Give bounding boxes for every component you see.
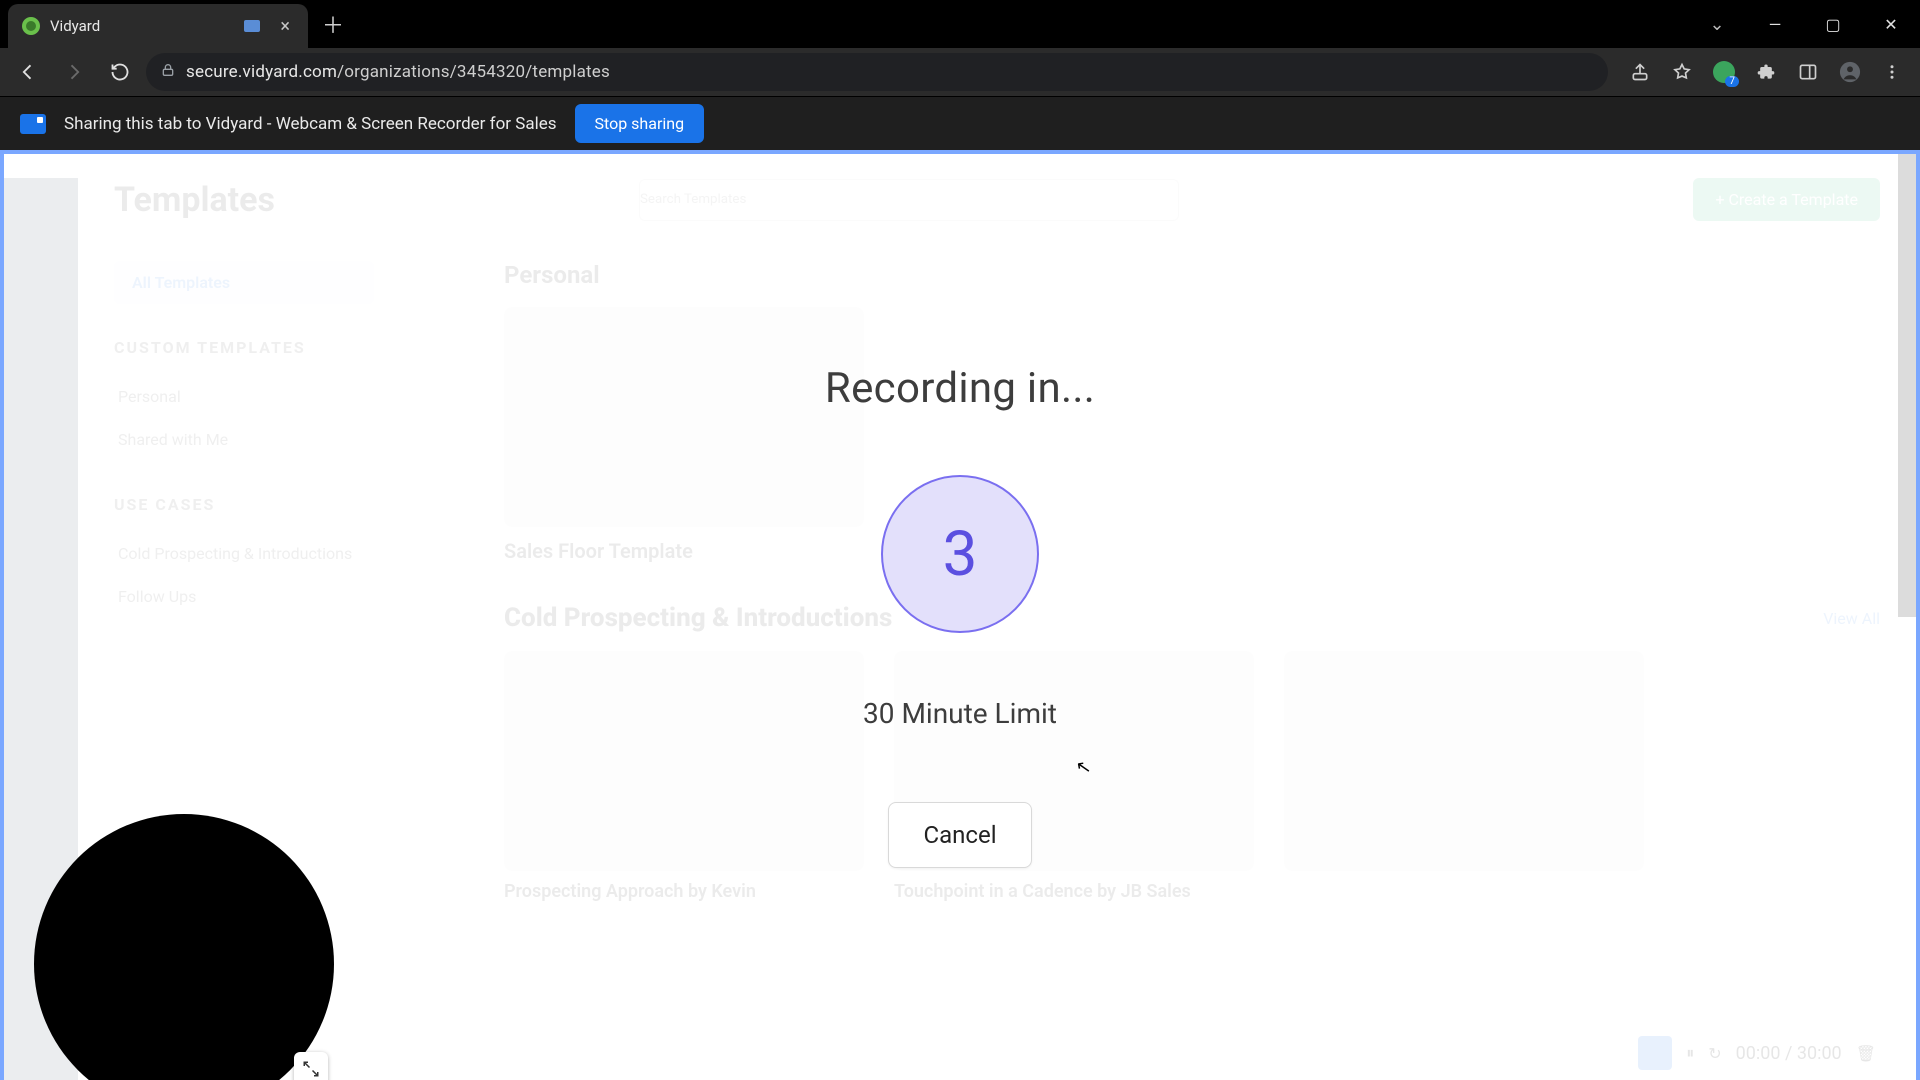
- view-all-link: View All: [1823, 609, 1880, 628]
- page-viewport: Templates + Create a Template All Templa…: [0, 150, 1920, 1080]
- window-controls: ⌄ — ▢ ✕: [1688, 0, 1920, 48]
- tab-search-button[interactable]: ⌄: [1688, 0, 1746, 48]
- browser-titlebar: Vidyard × ＋ ⌄ — ▢ ✕: [0, 0, 1920, 48]
- url-text: secure.vidyard.com/organizations/3454320…: [186, 62, 610, 82]
- sharing-status-text: Sharing this tab to Vidyard - Webcam & S…: [64, 114, 557, 134]
- address-bar[interactable]: secure.vidyard.com/organizations/3454320…: [146, 53, 1608, 91]
- extensions-puzzle-icon[interactable]: [1746, 52, 1786, 92]
- sidebar-item-shared: Shared with Me: [114, 418, 474, 461]
- section-title-personal: Personal: [504, 261, 1880, 289]
- recording-title: Recording in...: [825, 364, 1095, 413]
- template-card-title: Touchpoint in a Cadence by JB Sales: [894, 881, 1254, 902]
- chrome-menu-icon[interactable]: [1872, 52, 1912, 92]
- recording-toolbar: ⏸ ↻ 00:00 / 30:00 🗑: [1638, 1036, 1876, 1070]
- new-tab-button[interactable]: ＋: [308, 8, 358, 40]
- expand-webcam-button[interactable]: [294, 1052, 328, 1080]
- back-button[interactable]: [8, 52, 48, 92]
- sidebar-item-all-templates: All Templates: [114, 261, 374, 304]
- delete-icon[interactable]: 🗑: [1856, 1044, 1876, 1063]
- window-maximize-button[interactable]: ▢: [1804, 0, 1862, 48]
- recording-limit-text: 30 Minute Limit: [863, 697, 1057, 730]
- template-card: [504, 651, 864, 871]
- window-close-button[interactable]: ✕: [1862, 0, 1920, 48]
- sidebar-item-followups: Follow Ups: [114, 575, 474, 618]
- pause-icon[interactable]: ⏸: [1686, 1043, 1694, 1063]
- vidyard-extension-icon[interactable]: 7: [1704, 52, 1744, 92]
- browser-toolbar: secure.vidyard.com/organizations/3454320…: [0, 48, 1920, 96]
- create-template-button: + Create a Template: [1693, 178, 1880, 221]
- cancel-button[interactable]: Cancel: [888, 802, 1031, 868]
- section-title-cold-prospecting: Cold Prospecting & Introductions: [504, 603, 892, 633]
- countdown-circle: 3: [881, 475, 1039, 633]
- template-card: [1284, 651, 1644, 871]
- window-minimize-button[interactable]: —: [1746, 0, 1804, 48]
- search-input: [639, 179, 1179, 221]
- sidebar-section-usecases: USE CASES: [114, 495, 474, 514]
- recording-timer: 00:00 / 30:00: [1736, 1043, 1842, 1064]
- countdown-number: 3: [943, 518, 978, 591]
- screen-share-icon: [20, 114, 46, 134]
- reload-button[interactable]: [100, 52, 140, 92]
- sidebar-section-custom: CUSTOM TEMPLATES: [114, 338, 474, 357]
- sidebar-item-personal: Personal: [114, 375, 474, 418]
- tab-sharing-indicator-icon: [244, 20, 260, 32]
- stop-sharing-button[interactable]: Stop sharing: [575, 104, 705, 143]
- recording-toolbar-button[interactable]: [1638, 1036, 1672, 1070]
- template-card-title: Sales Floor Template: [504, 539, 1880, 563]
- lock-icon: [160, 62, 176, 82]
- profile-avatar-icon[interactable]: [1830, 52, 1870, 92]
- tab-title: Vidyard: [50, 17, 234, 35]
- vidyard-favicon: [22, 17, 40, 35]
- tab-close-button[interactable]: ×: [276, 16, 294, 37]
- template-card-title: Prospecting Approach by Kevin: [504, 881, 864, 902]
- page-title: Templates: [114, 180, 275, 220]
- share-icon[interactable]: [1620, 52, 1660, 92]
- restart-icon[interactable]: ↻: [1708, 1044, 1721, 1063]
- sidebar-item-cold-prospecting: Cold Prospecting & Introductions: [114, 532, 474, 575]
- bookmark-star-icon[interactable]: [1662, 52, 1702, 92]
- forward-button[interactable]: [54, 52, 94, 92]
- tab-sharing-bar: Sharing this tab to Vidyard - Webcam & S…: [0, 96, 1920, 150]
- template-card: [504, 307, 864, 527]
- side-panel-icon[interactable]: [1788, 52, 1828, 92]
- browser-tab[interactable]: Vidyard ×: [8, 4, 308, 48]
